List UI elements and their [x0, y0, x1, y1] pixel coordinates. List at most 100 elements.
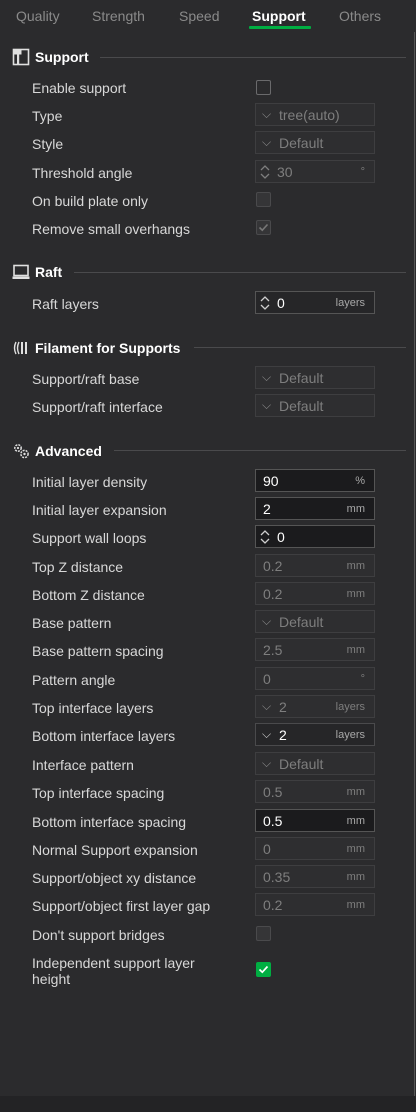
base-pattern-spacing-unit: mm [346, 644, 365, 656]
bottom-z-distance-label: Bottom Z distance [32, 587, 145, 603]
raft-layers-spinner[interactable]: 0 layers [255, 291, 375, 314]
spinner-arrows-icon[interactable] [258, 162, 272, 182]
style-dropdown[interactable]: ⌵ Default [255, 131, 375, 154]
top-interface-spacing-label: Top interface spacing [32, 785, 165, 801]
threshold-angle-label: Threshold angle [32, 165, 133, 181]
chevron-down-icon: ⌵ [262, 398, 272, 412]
tab-speed[interactable]: Speed [179, 8, 219, 24]
bottom-interface-layers-unit: layers [335, 729, 365, 741]
raft-icon [12, 264, 30, 279]
chevron-down-icon: ⌵ [262, 135, 272, 149]
threshold-angle-unit: ° [360, 166, 365, 178]
initial-layer-density-value: 90 [263, 473, 279, 489]
initial-layer-expansion-unit: mm [346, 503, 365, 515]
bottom-interface-spacing-label: Bottom interface spacing [32, 814, 187, 830]
enable-support-label: Enable support [32, 80, 127, 96]
spinner-arrows-icon[interactable] [258, 527, 272, 547]
support-raft-interface-label: Support/raft interface [32, 399, 163, 415]
threshold-angle-spinner[interactable]: 30 ° [255, 160, 375, 183]
chevron-down-icon: ⌵ [262, 370, 272, 384]
top-interface-layers-dropdown[interactable]: ⌵ 2 layers [255, 695, 375, 718]
on-build-plate-only-checkbox[interactable] [256, 192, 271, 207]
interface-pattern-dropdown[interactable]: ⌵ Default [255, 752, 375, 775]
pattern-angle-value: 0 [263, 671, 271, 687]
section-title-raft: Raft [35, 264, 63, 280]
bottom-z-distance-input[interactable]: 0.2 mm [255, 582, 375, 605]
base-pattern-spacing-input[interactable]: 2.5 mm [255, 638, 375, 661]
support-wall-loops-value: 0 [277, 529, 285, 545]
support-object-first-layer-gap-label: Support/object first layer gap [32, 898, 211, 914]
section-title-advanced: Advanced [35, 443, 102, 459]
support-object-xy-distance-input[interactable]: 0.35 mm [255, 865, 375, 888]
tab-strength[interactable]: Strength [92, 8, 145, 24]
top-interface-layers-label: Top interface layers [32, 700, 154, 716]
normal-support-expansion-label: Normal Support expansion [32, 842, 198, 858]
dont-support-bridges-checkbox[interactable] [256, 926, 271, 941]
normal-support-expansion-input[interactable]: 0 mm [255, 837, 375, 860]
type-value: tree(auto) [279, 107, 340, 123]
spinner-arrows-icon[interactable] [258, 293, 272, 313]
normal-support-expansion-value: 0 [263, 841, 271, 857]
chevron-down-icon: ⌵ [262, 107, 272, 121]
active-tab-indicator [249, 26, 311, 29]
chevron-down-icon: ⌵ [262, 614, 272, 628]
normal-support-expansion-unit: mm [346, 843, 365, 855]
tab-support[interactable]: Support [252, 8, 306, 24]
enable-support-checkbox[interactable] [256, 80, 271, 95]
checkmark-icon [258, 223, 269, 232]
top-z-distance-input[interactable]: 0.2 mm [255, 554, 375, 577]
support-object-first-layer-gap-unit: mm [346, 899, 365, 911]
type-label: Type [32, 108, 63, 124]
bottom-interface-spacing-value: 0.5 [263, 813, 283, 829]
support-raft-base-dropdown[interactable]: ⌵ Default [255, 366, 375, 389]
pattern-angle-unit: ° [360, 673, 365, 685]
bottom-interface-spacing-input[interactable]: 0.5 mm [255, 809, 375, 832]
base-pattern-label: Base pattern [32, 615, 112, 631]
tab-bar: Quality Strength Speed Support Others [0, 0, 416, 32]
initial-layer-density-unit: % [355, 475, 365, 487]
initial-layer-expansion-value: 2 [263, 501, 271, 517]
initial-layer-density-label: Initial layer density [32, 474, 148, 490]
independent-support-layer-height-label: Independent support layer [32, 955, 195, 971]
style-label: Style [32, 136, 64, 152]
support-object-xy-distance-label: Support/object xy distance [32, 870, 197, 886]
top-interface-spacing-unit: mm [346, 786, 365, 798]
remove-small-overhangs-label: Remove small overhangs [32, 221, 190, 237]
top-z-distance-label: Top Z distance [32, 559, 124, 575]
support-object-first-layer-gap-input[interactable]: 0.2 mm [255, 893, 375, 916]
type-dropdown[interactable]: ⌵ tree(auto) [255, 103, 375, 126]
top-z-distance-value: 0.2 [263, 558, 283, 574]
base-pattern-dropdown[interactable]: ⌵ Default [255, 610, 375, 633]
base-pattern-spacing-label: Base pattern spacing [32, 643, 164, 659]
on-build-plate-only-label: On build plate only [32, 193, 148, 209]
section-divider [114, 450, 406, 451]
top-interface-layers-unit: layers [335, 701, 365, 713]
support-raft-base-label: Support/raft base [32, 371, 140, 387]
independent-support-layer-height-checkbox[interactable] [256, 962, 271, 977]
interface-pattern-label: Interface pattern [32, 757, 134, 773]
bottom-interface-layers-dropdown[interactable]: ⌵ 2 layers [255, 723, 375, 746]
threshold-angle-value: 30 [277, 164, 293, 180]
pattern-angle-input[interactable]: 0 ° [255, 667, 375, 690]
section-title-support: Support [35, 49, 89, 65]
section-divider [100, 57, 406, 58]
panel-footer [0, 1096, 416, 1112]
checkmark-icon [258, 965, 269, 974]
chevron-down-icon: ⌵ [262, 756, 272, 770]
raft-layers-label: Raft layers [32, 296, 99, 312]
support-wall-loops-label: Support wall loops [32, 530, 147, 546]
initial-layer-density-input[interactable]: 90 % [255, 469, 375, 492]
pattern-angle-label: Pattern angle [32, 672, 116, 688]
support-wall-loops-spinner[interactable]: 0 [255, 525, 375, 548]
remove-small-overhangs-checkbox[interactable] [256, 220, 271, 235]
support-object-xy-distance-value: 0.35 [263, 869, 291, 885]
gears-icon [14, 444, 29, 459]
independent-support-layer-height-label-line2: height [32, 971, 71, 987]
raft-layers-value: 0 [277, 295, 285, 311]
support-raft-interface-dropdown[interactable]: ⌵ Default [255, 394, 375, 417]
tab-others[interactable]: Others [339, 8, 381, 24]
section-divider [74, 272, 406, 273]
top-interface-spacing-input[interactable]: 0.5 mm [255, 780, 375, 803]
tab-quality[interactable]: Quality [16, 8, 60, 24]
initial-layer-expansion-input[interactable]: 2 mm [255, 497, 375, 520]
